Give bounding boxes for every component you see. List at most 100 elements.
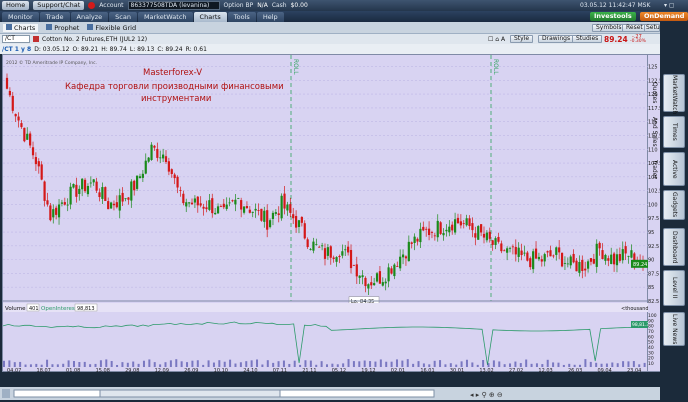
candle	[465, 214, 468, 227]
nav-tab-trade[interactable]: Trade	[39, 12, 70, 22]
candle	[624, 241, 627, 261]
candle	[121, 187, 124, 206]
nav-tab-monitor[interactable]: Monitor	[2, 12, 39, 22]
investools-button[interactable]: Investools	[590, 12, 636, 21]
sidebar-tab-level-ii[interactable]: Level II	[663, 270, 685, 306]
symbols-button[interactable]: Symbols	[592, 24, 626, 32]
account-select[interactable]: 863377508TDA (levanina)	[127, 1, 220, 10]
chart-panel[interactable]: 2012 © TD Ameritrade IP Company, Inc. Mas…	[2, 54, 649, 373]
subtab-charts[interactable]: Charts	[3, 23, 39, 32]
candle	[11, 91, 14, 114]
candle-body	[266, 210, 269, 230]
candle-body	[263, 210, 266, 222]
nav-tab-scan[interactable]: Scan	[109, 12, 137, 22]
sidebar-tab-gadgets[interactable]: Gadgets	[663, 190, 685, 220]
volume-bar	[638, 364, 641, 367]
candle-body	[260, 208, 263, 221]
volume-bar	[347, 359, 350, 367]
candle-body	[615, 254, 619, 266]
volume-bar	[352, 361, 355, 367]
toolbar-icons[interactable]: ☐ ⌂ A	[488, 36, 505, 43]
volume-bar	[632, 361, 635, 367]
nav-tab-charts[interactable]: Charts	[193, 12, 227, 22]
zoom-icons: ◂ ▸ ⚲ ⊕ ⊖	[470, 391, 503, 399]
candle-body	[225, 204, 228, 209]
setup-button[interactable]: Setup	[644, 24, 663, 32]
candle-body	[75, 184, 78, 197]
candle	[242, 206, 246, 215]
ondemand-button[interactable]: OnDemand	[640, 12, 688, 21]
candle	[75, 177, 78, 203]
chart-period[interactable]: /CT 1 y 8	[2, 46, 31, 53]
candle	[581, 255, 584, 279]
home-button[interactable]: Home	[2, 1, 30, 10]
sidebar-tab-times-and-sales[interactable]: Times And Sales	[651, 116, 685, 148]
candle	[292, 207, 295, 225]
sidebar-tab-dashboard[interactable]: Dashboard	[663, 228, 685, 266]
volume-bar	[395, 359, 398, 367]
volume-bar	[137, 363, 140, 367]
window-controls[interactable]: ▾ ▢	[664, 2, 675, 9]
candle-body	[358, 275, 361, 278]
ohlc-high: H: 89.74	[101, 45, 127, 53]
candle-body	[222, 203, 225, 208]
instrument-icon	[33, 36, 39, 42]
record-icon[interactable]	[88, 2, 96, 9]
volume-bar	[579, 364, 582, 367]
bottom-scroll-bar[interactable]: ◂ ▸ ⚲ ⊕ ⊖	[0, 387, 660, 400]
candle-body	[138, 176, 142, 179]
candle-body	[237, 197, 240, 199]
style-button[interactable]: Style	[510, 35, 534, 43]
candle-body	[482, 233, 486, 238]
ohlc-date: D: 03.05.12	[34, 45, 70, 53]
candle-body	[430, 232, 434, 233]
sidebar-tab-live-news[interactable]: Live News	[663, 312, 685, 346]
candle-body	[124, 198, 127, 200]
volume-bar	[13, 362, 16, 367]
subtab-flexible-grid[interactable]: Flexible Grid	[87, 23, 136, 32]
watermark-line3: инструментами	[141, 94, 211, 104]
candle-body	[130, 181, 133, 201]
candle-body	[352, 264, 356, 266]
candle	[57, 199, 61, 225]
copyright-text: 2012 © TD Ameritrade IP Company, Inc.	[6, 59, 97, 66]
x-tick-label: 09.04	[597, 368, 611, 373]
candle-body	[277, 213, 280, 216]
volume-bar	[326, 364, 328, 367]
price-chart[interactable]: 2012 © TD Ameritrade IP Company, Inc. Mas…	[3, 55, 649, 373]
volume-bar	[207, 360, 210, 367]
candle-body	[471, 223, 474, 231]
candle-body	[257, 210, 260, 211]
sidebar-tab-marketwatch-quotes[interactable]: MarketWatch Quotes	[651, 74, 685, 114]
nav-tab-help[interactable]: Help	[256, 12, 284, 22]
candle	[534, 241, 538, 259]
volume-bar	[110, 361, 113, 367]
candle-body	[159, 157, 162, 159]
candle-body	[57, 204, 61, 218]
nav-tab-analyze[interactable]: Analyze	[70, 12, 109, 22]
volume-bar	[611, 362, 614, 367]
studies-button[interactable]: Studies	[572, 35, 603, 43]
sidebar-tab-active-trader[interactable]: Active Trader	[651, 152, 685, 186]
candle-body	[306, 239, 309, 248]
drawings-button[interactable]: Drawings	[538, 35, 575, 43]
candle-body	[624, 246, 627, 254]
nav-tab-tools[interactable]: Tools	[227, 12, 256, 22]
main-nav: Monitor Trade Analyze Scan MarketWatch Charts…	[0, 11, 688, 22]
volume-bar	[250, 360, 253, 367]
subtab-prophet[interactable]: Prophet	[46, 23, 79, 32]
candle-body	[451, 224, 454, 231]
nav-tab-marketwatch[interactable]: MarketWatch	[137, 12, 193, 22]
symbol-input[interactable]: /CT	[2, 35, 30, 43]
candle	[309, 248, 312, 251]
candle	[127, 197, 130, 205]
candle-body	[300, 216, 303, 223]
candle-body	[193, 198, 197, 203]
candle	[546, 250, 549, 258]
volume-bar	[390, 361, 393, 367]
support-chat-button[interactable]: Support/Chat	[33, 1, 85, 10]
candle	[234, 193, 237, 212]
candle-body	[453, 219, 457, 233]
candle-body	[69, 186, 72, 205]
candle-body	[618, 254, 621, 261]
